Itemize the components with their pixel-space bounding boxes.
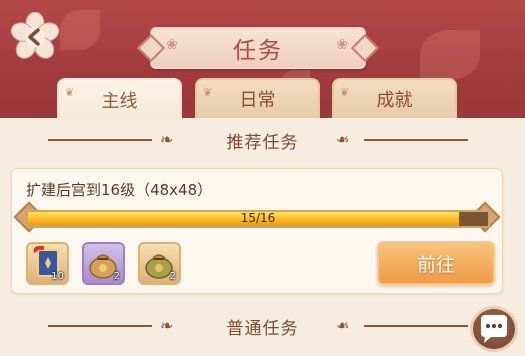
page-title: 任务 (233, 38, 283, 64)
tab-label: 主线 (101, 91, 138, 112)
divider-line (364, 139, 468, 141)
chat-button[interactable] (470, 306, 518, 352)
divider-line (48, 139, 152, 141)
reward-list: 10 2 2 (26, 242, 181, 286)
tab-corner-ornament: ❦ (340, 86, 350, 99)
divider-line (48, 325, 152, 327)
task-progress-bar: 15/16 (13, 201, 501, 233)
section-title: 普通任务 (226, 318, 299, 339)
tab-daily[interactable]: ❦ 日常 (195, 78, 320, 118)
reward-count: 2 (113, 271, 120, 282)
go-button[interactable]: 前往 (377, 241, 495, 285)
progress-text: 15/16 (240, 211, 276, 225)
leaf-ornament-icon: ❧ (336, 130, 350, 149)
back-button[interactable] (10, 11, 60, 62)
reward-count: 10 (51, 271, 64, 282)
tab-achievements[interactable]: ❦ 成就 (332, 78, 457, 118)
progress-track: 15/16 (26, 210, 490, 228)
task-card: 扩建后宫到16级（48x48） 15/16 10 2 2 前往 (11, 168, 503, 294)
title-left-ornament: ❀ (166, 37, 180, 53)
tab-label: 成就 (376, 90, 413, 111)
reward-item[interactable]: 2 (138, 242, 181, 285)
section-title: 推荐任务 (226, 132, 299, 153)
leaf-ornament-icon: ❧ (160, 316, 174, 335)
divider-line (364, 325, 468, 327)
tab-bar: ❦ 主线 ❦ 日常 ❦ 成就 (0, 78, 525, 120)
task-title: 扩建后宫到16级（48x48） (26, 181, 213, 199)
leaf-ornament-icon: ❧ (160, 130, 174, 149)
reward-count: 2 (169, 271, 176, 282)
tab-corner-ornament: ❦ (203, 86, 213, 99)
reward-item[interactable]: 10 (26, 242, 69, 285)
reward-item[interactable]: 2 (82, 242, 125, 285)
leaf-ornament-icon: ❧ (336, 316, 350, 335)
tab-main-quest[interactable]: ❦ 主线 (57, 78, 182, 120)
back-flower-icon (10, 11, 60, 59)
page-title-plate: ❀ 任务 ❀ (150, 27, 366, 69)
tab-label: 日常 (239, 90, 276, 111)
title-right-ornament: ❀ (336, 37, 350, 53)
chat-bubble-icon (481, 315, 507, 343)
section-header-normal: ❧ 普通任务 ❧ (0, 311, 525, 341)
tab-corner-ornament: ❦ (65, 86, 75, 99)
section-header-recommended: ❧ 推荐任务 ❧ (0, 125, 525, 155)
task-content-panel: ❧ 推荐任务 ❧ 扩建后宫到16级（48x48） 15/16 10 2 2 前往… (0, 118, 525, 356)
